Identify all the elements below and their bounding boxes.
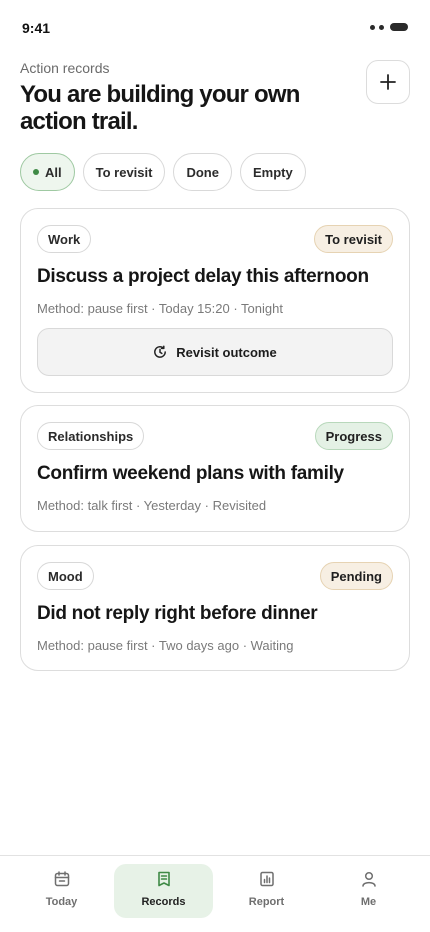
filter-chip-done[interactable]: Done [173,153,232,191]
filter-chip-label: Empty [252,164,293,180]
tab-label: Me [360,896,377,908]
signal-dot-icon [379,24,384,30]
tab-today[interactable]: Today [12,864,111,918]
category-tag: Work [37,225,92,253]
revisit-clock-icon [154,345,167,358]
status-bar: 9:41 [0,0,430,56]
status-icons [370,23,408,31]
filter-chip-all[interactable]: All [20,153,75,191]
category-tag: Relationships [37,422,145,450]
plus-icon [380,74,396,90]
page-header: Action records You are building your own… [20,60,410,135]
tab-label: Records [141,896,186,908]
battery-icon [390,23,408,31]
tab-me[interactable]: Me [319,864,418,918]
record-title: Discuss a project delay this afternoon [37,266,369,287]
notebook-icon [157,871,170,887]
bar-chart-icon [259,871,274,887]
status-badge: Progress [314,422,393,450]
filter-chip-label: Done [186,164,219,180]
record-meta: Method: talk first · Yesterday · Revisit… [37,498,267,513]
record-card[interactable]: Mood Pending Did not reply right before … [20,545,410,671]
record-meta: Method: pause first · Today 15:20 · Toni… [37,301,283,316]
filter-chip-to-revisit[interactable]: To revisit [82,153,166,191]
tab-report[interactable]: Report [217,864,316,918]
status-time: 9:41 [22,20,51,36]
filter-chip-label: To revisit [95,164,153,180]
active-dot-icon [33,169,39,175]
filter-chip-label: All [45,164,62,180]
signal-dot-icon [370,24,375,30]
record-card[interactable]: Work To revisit Discuss a project delay … [20,208,410,393]
bottom-tab-bar: Today Records Report Me [0,855,430,932]
calendar-icon [54,871,69,887]
add-record-button[interactable] [366,60,410,104]
record-card[interactable]: Relationships Progress Confirm weekend p… [20,405,410,532]
tab-records[interactable]: Records [114,864,213,918]
status-badge: To revisit [314,225,393,253]
page-title: You are building your own action trail. [20,81,300,135]
revisit-outcome-label: Revisit outcome [176,344,277,360]
record-title: Did not reply right before dinner [37,603,318,624]
filter-chips: All To revisit Done Empty [20,153,306,191]
status-badge: Pending [319,562,393,590]
record-title: Confirm weekend plans with family [37,463,344,484]
page-subtitle: Action records [20,60,110,76]
tab-label: Report [248,896,285,908]
category-tag: Mood [37,562,94,590]
person-icon [361,871,376,887]
filter-chip-empty[interactable]: Empty [239,153,306,191]
revisit-outcome-button[interactable]: Revisit outcome [37,328,393,376]
record-meta: Method: pause first · Two days ago · Wai… [37,638,294,653]
tab-label: Today [45,896,78,908]
